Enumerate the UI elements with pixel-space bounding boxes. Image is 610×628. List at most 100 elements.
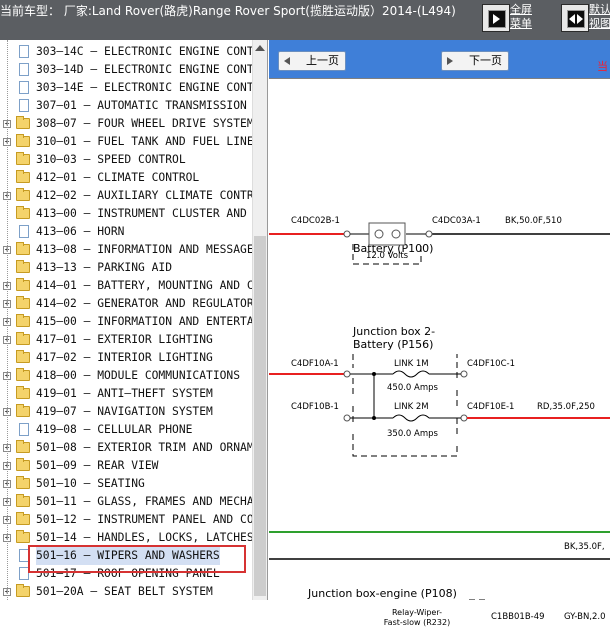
tree-item-label: 501—12 — INSTRUMENT PANEL AND CONSOLE xyxy=(36,513,268,526)
page-nav-bar: 上一页 下一页 当 xyxy=(269,40,610,78)
folder-icon xyxy=(16,458,30,471)
document-icon xyxy=(19,81,29,94)
tree-item[interactable]: 419—01 — ANTI—THEFT SYSTEM xyxy=(0,385,252,403)
jb2-node-bottom xyxy=(372,416,376,420)
tree-item-label: 501—09 — REAR VIEW xyxy=(36,459,159,472)
next-page-button[interactable]: 下一页 xyxy=(441,51,509,71)
folder-icon xyxy=(16,296,30,309)
ground-wire-spec: BK,35.0F, xyxy=(564,542,605,552)
tree-item-label: 413—00 — INSTRUMENT CLUSTER AND PANEL xyxy=(36,207,268,220)
folder-icon xyxy=(16,314,30,327)
folder-icon xyxy=(16,350,30,363)
tree-item[interactable]: +414—01 — BATTERY, MOUNTING AND CABLES xyxy=(0,277,267,295)
tree-item[interactable]: 307—01 — AUTOMATIC TRANSMISSION xyxy=(0,97,252,115)
folder-icon xyxy=(16,260,30,273)
folder-icon xyxy=(16,476,30,489)
tree-item[interactable]: 310—03 — SPEED CONTROL xyxy=(0,151,252,169)
title-bar: 当前车型： 厂家:Land Rover(路虎)Range Rover Sport… xyxy=(0,0,610,40)
tree-item[interactable]: +501—11 — GLASS, FRAMES AND MECHANISMS xyxy=(0,493,267,511)
tree-item-label: 303—14D — ELECTRONIC ENGINE CONTROLS xyxy=(36,63,268,76)
tree-item[interactable]: 413—06 — HORN xyxy=(0,223,252,241)
selection-highlight-box xyxy=(28,545,246,573)
tree-item[interactable]: +414—02 — GENERATOR AND REGULATOR xyxy=(0,295,254,313)
diagram-viewer: 上一页 下一页 当 Battery (P100) C4DC02B-1 C4DC0… xyxy=(269,40,610,627)
battery-terminal-1 xyxy=(374,229,384,239)
tree-item-label: 414—01 — BATTERY, MOUNTING AND CABLES xyxy=(36,279,268,292)
battery-right-pin xyxy=(425,230,433,238)
battery-terminal-2 xyxy=(391,229,401,239)
jb2-title-line1: Junction box 2- xyxy=(352,325,435,338)
folder-icon xyxy=(16,332,30,345)
folder-icon xyxy=(16,386,30,399)
folder-icon xyxy=(16,440,30,453)
jbe-connector: C1BB01B-49 xyxy=(491,612,545,622)
tree-item-label: 501—11 — GLASS, FRAMES AND MECHANISMS xyxy=(36,495,268,508)
folder-icon xyxy=(16,170,30,183)
link1-rating: 450.0 Amps xyxy=(387,383,439,393)
tree-item[interactable]: +412—02 — AUXILIARY CLIMATE CONTROL xyxy=(0,187,267,205)
jb2-connector-c1: C4DF10C-1 xyxy=(467,359,515,369)
tree-item-label: 501—20A — SEAT BELT SYSTEM xyxy=(36,585,213,598)
tree-item[interactable]: +415—00 — INFORMATION AND ENTERTAINMENT xyxy=(0,313,267,331)
scroll-up-arrow-icon[interactable] xyxy=(255,45,265,51)
folder-icon xyxy=(16,242,30,255)
battery-left-connector: C4DC02B-1 xyxy=(291,216,340,226)
tree-item[interactable]: +501—09 — REAR VIEW xyxy=(0,457,252,475)
tree-item-label: 418—00 — MODULE COMMUNICATIONS xyxy=(36,369,241,382)
folder-icon xyxy=(16,206,30,219)
tree-item[interactable]: +417—01 — EXTERIOR LIGHTING xyxy=(0,331,252,349)
tree-item[interactable]: 412—01 — CLIMATE CONTROL xyxy=(0,169,252,187)
tree-item[interactable]: +418—00 — MODULE COMMUNICATIONS xyxy=(0,367,252,385)
tree-scrollbar[interactable] xyxy=(252,40,267,600)
folder-icon xyxy=(16,368,30,381)
tree-item[interactable]: +501—10 — SEATING xyxy=(0,475,252,493)
link2-rating: 350.0 Amps xyxy=(387,429,439,439)
tree-item[interactable]: +308—07 — FOUR WHEEL DRIVE SYSTEMS xyxy=(0,115,260,133)
tree-item[interactable]: 303—14E — ELECTRONIC ENGINE CONTROLS xyxy=(0,79,267,97)
folder-icon xyxy=(16,584,30,597)
jb2-connector-b1: C4DF10B-1 xyxy=(291,402,339,412)
tree-item[interactable]: +501—12 — INSTRUMENT PANEL AND CONSOLE xyxy=(0,511,267,529)
default-view-label[interactable]: 默认 视图 xyxy=(589,3,610,31)
tree-item[interactable]: +413—08 — INFORMATION AND MESSAGE CENTER xyxy=(0,241,267,259)
folder-icon xyxy=(16,188,30,201)
tree-item-label: 501—10 — SEATING xyxy=(36,477,145,490)
arrow-right-icon xyxy=(447,57,453,65)
tree-item[interactable]: 303—14C — ELECTRONIC ENGINE CONTROLS xyxy=(0,43,267,61)
tree-item-label: 501—08 — EXTERIOR TRIM AND ORNAMENTATION xyxy=(36,441,267,454)
tree-item-label: 303—14E — ELECTRONIC ENGINE CONTROLS xyxy=(36,81,268,94)
wiring-diagram-svg: Battery (P100) C4DC02B-1 C4DC03A-1 BK,50… xyxy=(269,78,610,600)
fullscreen-menu-button[interactable] xyxy=(482,4,510,32)
tree-item-label: 414—02 — GENERATOR AND REGULATOR xyxy=(36,297,254,310)
tree-item[interactable]: +419—07 — NAVIGATION SYSTEM xyxy=(0,403,252,421)
tree-item[interactable]: +310—01 — FUEL TANK AND FUEL LINES xyxy=(0,133,260,151)
folder-icon xyxy=(16,134,30,147)
tree-item[interactable]: +501—08 — EXTERIOR TRIM AND ORNAMENTATIO… xyxy=(0,439,267,457)
battery-right-connector: C4DC03A-1 xyxy=(432,216,481,226)
expand-arrows-icon xyxy=(567,10,585,28)
tree-item-label: 413—08 — INFORMATION AND MESSAGE CENTER xyxy=(36,243,267,256)
tree-item[interactable]: 303—14D — ELECTRONIC ENGINE CONTROLS xyxy=(0,61,267,79)
tree-item[interactable]: 417—02 — INTERIOR LIGHTING xyxy=(0,349,252,367)
jb2-pin-e1 xyxy=(460,414,468,422)
jbe-title: Junction box-engine (P108) xyxy=(307,587,457,600)
default-view-button[interactable] xyxy=(561,4,589,32)
tree-item[interactable]: 413—00 — INSTRUMENT CLUSTER AND PANEL xyxy=(0,205,267,223)
tree-item-label: 419—08 — CELLULAR PHONE xyxy=(36,423,193,436)
tree-item[interactable]: 413—13 — PARKING AID xyxy=(0,259,252,277)
tree-item[interactable]: 419—08 — CELLULAR PHONE xyxy=(0,421,252,439)
document-icon xyxy=(19,99,29,112)
tree-item[interactable]: +501—20A — SEAT BELT SYSTEM xyxy=(0,583,252,600)
fullscreen-menu-label[interactable]: 全屏 菜单 xyxy=(510,3,532,31)
tree-item-label: 417—02 — INTERIOR LIGHTING xyxy=(36,351,213,364)
jb2-title-line2: Battery (P156) xyxy=(353,338,433,351)
document-icon xyxy=(19,63,29,76)
document-icon xyxy=(19,423,29,436)
folder-icon xyxy=(16,404,30,417)
scroll-thumb[interactable] xyxy=(254,236,266,596)
previous-page-button[interactable]: 上一页 xyxy=(278,51,346,71)
tree-item-label: 310—01 — FUEL TANK AND FUEL LINES xyxy=(36,135,261,148)
tree-item-label: 419—01 — ANTI—THEFT SYSTEM xyxy=(36,387,213,400)
jb2-pin-a1 xyxy=(343,370,351,378)
relay-label: Relay-Wiper- Fast-slow (R232) xyxy=(383,608,451,627)
